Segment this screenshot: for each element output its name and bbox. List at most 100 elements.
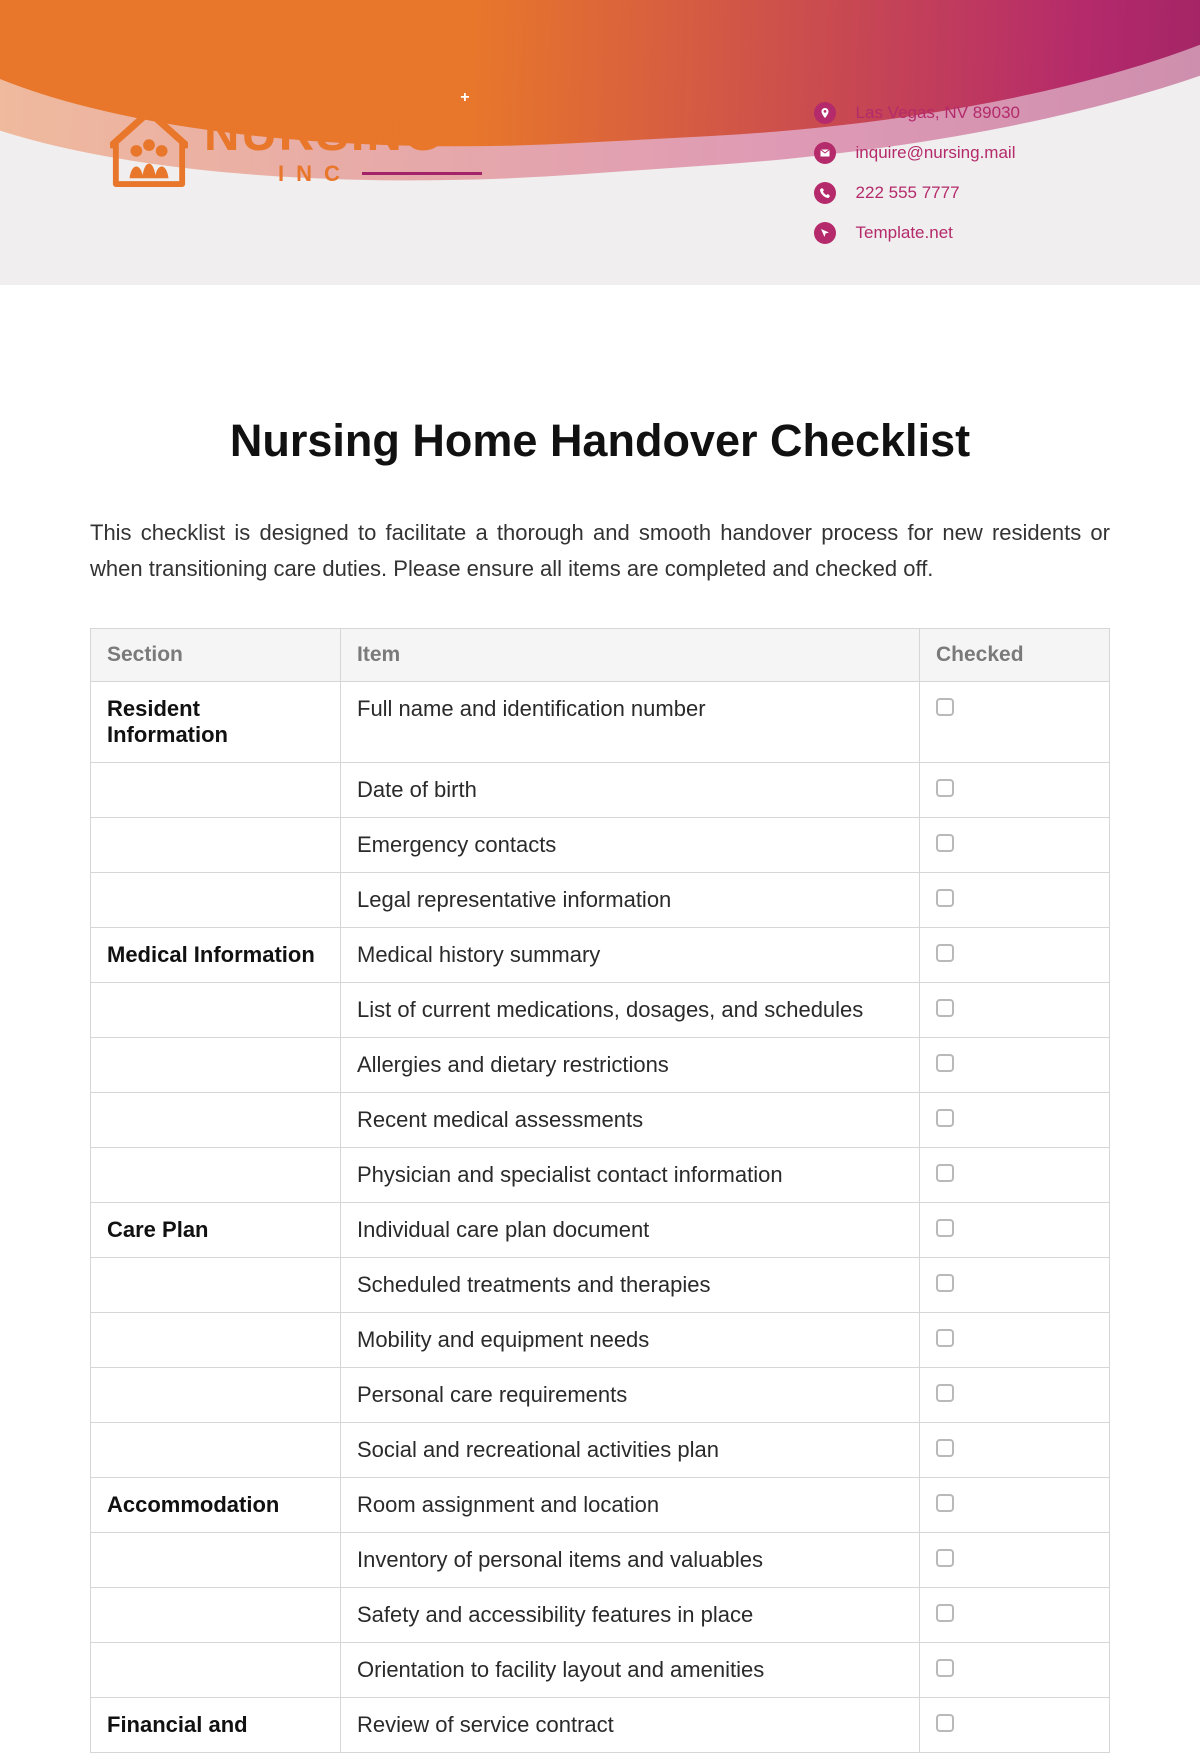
item-cell: Medical history summary (341, 927, 920, 982)
checkbox[interactable] (936, 1274, 954, 1292)
item-cell: List of current medications, dosages, an… (341, 982, 920, 1037)
check-cell (920, 1092, 1110, 1147)
item-cell: Scheduled treatments and therapies (341, 1257, 920, 1312)
item-cell: Mobility and equipment needs (341, 1312, 920, 1367)
item-cell: Allergies and dietary restrictions (341, 1037, 920, 1092)
checkbox[interactable] (936, 1604, 954, 1622)
check-cell (920, 1257, 1110, 1312)
section-cell: Financial and (91, 1697, 341, 1752)
item-cell: Personal care requirements (341, 1367, 920, 1422)
check-cell (920, 1532, 1110, 1587)
checkbox[interactable] (936, 1494, 954, 1512)
intro-paragraph: This checklist is designed to facilitate… (90, 515, 1110, 588)
contact-phone: 222 555 7777 (856, 183, 960, 203)
checkbox[interactable] (936, 834, 954, 852)
plus-icon: + (456, 88, 476, 108)
contact-site-row: Template.net (814, 222, 1020, 244)
contact-address: Las Vegas, NV 89030 (856, 103, 1020, 123)
section-cell (91, 982, 341, 1037)
table-row: Date of birth (91, 762, 1110, 817)
logo-inc-text: INC (278, 161, 352, 187)
contact-block: Las Vegas, NV 89030 inquire@nursing.mail… (814, 102, 1020, 244)
logo: NURSING + INC (110, 108, 482, 188)
item-cell: Emergency contacts (341, 817, 920, 872)
table-row: Care PlanIndividual care plan document (91, 1202, 1110, 1257)
logo-word-text: NURSING (204, 107, 444, 161)
checkbox[interactable] (936, 944, 954, 962)
mail-icon (814, 142, 836, 164)
table-row: Allergies and dietary restrictions (91, 1037, 1110, 1092)
check-cell (920, 927, 1110, 982)
item-cell: Orientation to facility layout and ameni… (341, 1642, 920, 1697)
section-cell (91, 1642, 341, 1697)
map-pin-icon (814, 102, 836, 124)
section-cell: Resident Information (91, 681, 341, 762)
cursor-icon (814, 222, 836, 244)
check-cell (920, 817, 1110, 872)
contact-email-row: inquire@nursing.mail (814, 142, 1020, 164)
logo-text-block: NURSING + INC (204, 110, 482, 187)
checkbox[interactable] (936, 698, 954, 716)
phone-icon (814, 182, 836, 204)
item-cell: Review of service contract (341, 1697, 920, 1752)
logo-underline (362, 172, 482, 175)
table-row: Resident InformationFull name and identi… (91, 681, 1110, 762)
header-checked: Checked (920, 628, 1110, 681)
section-cell: Accommodation (91, 1477, 341, 1532)
checkbox[interactable] (936, 1219, 954, 1237)
section-cell: Care Plan (91, 1202, 341, 1257)
checkbox[interactable] (936, 1714, 954, 1732)
section-cell (91, 817, 341, 872)
check-cell (920, 1422, 1110, 1477)
check-cell (920, 1697, 1110, 1752)
table-row: Safety and accessibility features in pla… (91, 1587, 1110, 1642)
check-cell (920, 1367, 1110, 1422)
item-cell: Social and recreational activities plan (341, 1422, 920, 1477)
checkbox[interactable] (936, 1384, 954, 1402)
contact-site: Template.net (856, 223, 953, 243)
table-row: Physician and specialist contact informa… (91, 1147, 1110, 1202)
checkbox[interactable] (936, 1109, 954, 1127)
section-cell (91, 1092, 341, 1147)
check-cell (920, 1642, 1110, 1697)
checkbox[interactable] (936, 999, 954, 1017)
check-cell (920, 1477, 1110, 1532)
table-row: Legal representative information (91, 872, 1110, 927)
check-cell (920, 872, 1110, 927)
check-cell (920, 762, 1110, 817)
checkbox[interactable] (936, 1054, 954, 1072)
document-header: NURSING + INC Las Vegas, NV 89030 inquir… (0, 0, 1200, 285)
table-row: Social and recreational activities plan (91, 1422, 1110, 1477)
table-row: Recent medical assessments (91, 1092, 1110, 1147)
table-row: Emergency contacts (91, 817, 1110, 872)
checkbox[interactable] (936, 779, 954, 797)
item-cell: Room assignment and location (341, 1477, 920, 1532)
section-cell (91, 1422, 341, 1477)
section-cell (91, 872, 341, 927)
section-cell (91, 1312, 341, 1367)
section-cell (91, 1367, 341, 1422)
document-body: Nursing Home Handover Checklist This che… (0, 285, 1200, 1753)
checkbox[interactable] (936, 1659, 954, 1677)
checkbox[interactable] (936, 1439, 954, 1457)
section-cell (91, 1147, 341, 1202)
contact-address-row: Las Vegas, NV 89030 (814, 102, 1020, 124)
checkbox[interactable] (936, 1164, 954, 1182)
section-cell (91, 762, 341, 817)
checkbox[interactable] (936, 889, 954, 907)
section-cell (91, 1532, 341, 1587)
table-row: AccommodationRoom assignment and locatio… (91, 1477, 1110, 1532)
item-cell: Full name and identification number (341, 681, 920, 762)
item-cell: Legal representative information (341, 872, 920, 927)
section-cell (91, 1257, 341, 1312)
checkbox[interactable] (936, 1549, 954, 1567)
section-cell (91, 1587, 341, 1642)
check-cell (920, 1037, 1110, 1092)
check-cell (920, 681, 1110, 762)
item-cell: Individual care plan document (341, 1202, 920, 1257)
logo-house-icon (110, 108, 188, 188)
check-cell (920, 1312, 1110, 1367)
checkbox[interactable] (936, 1329, 954, 1347)
contact-phone-row: 222 555 7777 (814, 182, 1020, 204)
table-row: Personal care requirements (91, 1367, 1110, 1422)
